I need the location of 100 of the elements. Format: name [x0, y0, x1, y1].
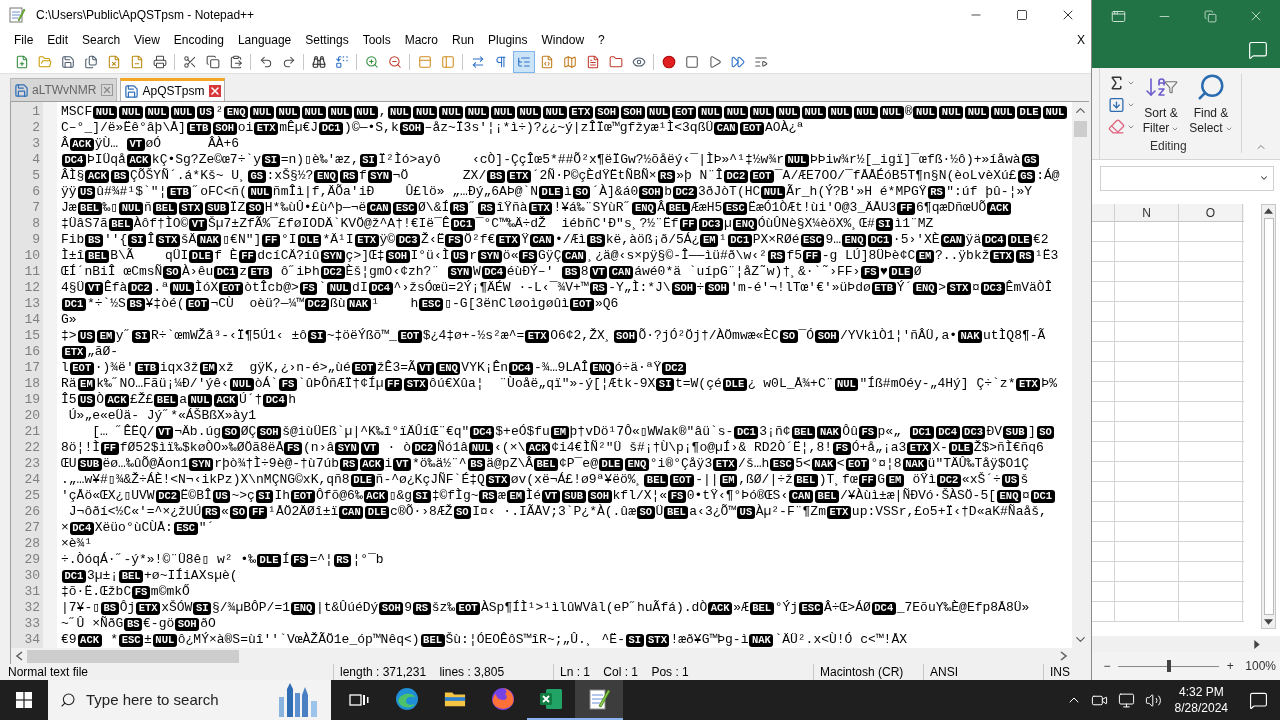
menu-item[interactable]: Language — [230, 30, 299, 50]
menu-item[interactable]: File — [7, 30, 41, 50]
code-text: ô¿MÝ×à®S=ùî''`VœÀŽÃÖ1e_óp™Nêq<) — [177, 632, 420, 648]
menu-item[interactable]: Tools — [355, 30, 398, 50]
scrollbar-thumb[interactable] — [1263, 218, 1274, 615]
scrollbar-thumb[interactable] — [1074, 121, 1087, 137]
zoom-level[interactable]: 100% — [1245, 657, 1276, 675]
menu-item[interactable]: Search — [75, 30, 128, 50]
zoom-slider[interactable] — [1118, 659, 1220, 673]
search-icon — [60, 692, 76, 708]
menu-item[interactable]: Plugins — [481, 30, 535, 50]
control-char: SI — [128, 233, 147, 247]
menu-item[interactable]: Settings — [298, 30, 356, 50]
scroll-up-icon[interactable] — [1264, 208, 1273, 214]
menu-item[interactable]: Run — [445, 30, 482, 50]
code-text: ‡©fÌg~ — [431, 488, 479, 504]
code-text: ÓùÛNè§X¼èöX%¸Œ# — [757, 216, 875, 232]
control-char: RS — [477, 201, 496, 215]
caret-icon[interactable] — [1259, 173, 1269, 183]
code-text: ´2Ñ·P©çÈdŸËtÑBÑ× — [531, 168, 657, 184]
menu-item[interactable]: ? — [591, 30, 612, 50]
close-document-button[interactable]: X — [1077, 31, 1085, 49]
caret-icon[interactable] — [1127, 79, 1135, 87]
scroll-left-icon[interactable] — [15, 651, 23, 661]
code-text: :Á@ — [1036, 168, 1060, 184]
task-view-icon[interactable] — [349, 692, 369, 708]
code-text: ÿ© — [379, 232, 396, 248]
control-char: DLE — [257, 553, 281, 567]
scroll-down-icon[interactable] — [1264, 619, 1273, 625]
spreadsheet-icon[interactable] — [539, 687, 563, 711]
fill-down-icon[interactable] — [1108, 96, 1125, 114]
browser-swirl-icon[interactable] — [395, 687, 419, 711]
code-text: dcíCÄ?íû — [257, 248, 320, 264]
ribbon-button[interactable]: Sort & Filter — [1137, 68, 1185, 136]
control-char: NUL — [145, 105, 169, 119]
comment-icon[interactable] — [1248, 40, 1268, 60]
volume-icon[interactable] — [1144, 691, 1162, 709]
caret-icon[interactable] — [1127, 101, 1135, 109]
menu-item[interactable]: Macro — [397, 30, 445, 50]
eraser-icon[interactable] — [1108, 118, 1125, 135]
menu-item[interactable]: View — [127, 30, 167, 50]
search-box[interactable]: Type here to search — [48, 680, 331, 720]
maximize-icon[interactable] — [1016, 9, 1028, 21]
windows-logo-icon[interactable] — [16, 692, 32, 708]
control-char: FF — [384, 377, 403, 391]
line-number: 4 — [31, 152, 41, 168]
clock[interactable]: 4:32 PM 8/28/2024 — [1166, 684, 1236, 716]
column-header[interactable]: O — [1205, 203, 1216, 222]
control-char: CAN — [714, 121, 739, 135]
menu-item[interactable]: Edit — [40, 30, 76, 50]
control-char: DC2 — [305, 297, 329, 311]
control-char: NUL — [327, 105, 352, 119]
fox-globe-icon[interactable] — [491, 687, 515, 711]
ribbon-button[interactable]: Find & Select — [1187, 68, 1235, 136]
code-text: Ñó1â — [436, 440, 469, 456]
zoom-in-button[interactable]: + — [1225, 657, 1236, 675]
list-tree-icon[interactable] — [512, 50, 535, 73]
control-char: SUB — [77, 457, 102, 471]
control-char: NUL — [276, 105, 300, 119]
control-char: DC4 — [62, 153, 86, 167]
vertical-scrollbar[interactable] — [1261, 204, 1276, 629]
control-char: SOH — [594, 105, 619, 119]
tab[interactable]: ApQSTpsm — [120, 78, 226, 101]
scroll-right-icon[interactable] — [1254, 639, 1260, 649]
code-text: k‰˝NO…Fãü¡¼Ð/'ýê‹ — [96, 376, 229, 392]
control-char: ETX — [990, 249, 1015, 263]
control-char: SOH — [212, 121, 237, 135]
control-char: EOT — [219, 281, 244, 295]
search-field[interactable]: Type here to search — [86, 688, 273, 712]
slider-thumb[interactable] — [1166, 660, 1171, 672]
menu-item[interactable]: Encoding — [166, 30, 231, 50]
control-char: ENQ — [624, 457, 649, 471]
scroll-right-icon[interactable] — [1060, 651, 1068, 661]
taskbar-button[interactable] — [575, 680, 623, 720]
zoom-out-button[interactable]: − — [1102, 657, 1112, 675]
notification-icon[interactable] — [1248, 690, 1268, 710]
scrollbar-thumb[interactable] — [27, 649, 239, 663]
menu-item[interactable]: Window — [534, 30, 592, 50]
column-header[interactable]: N — [1142, 203, 1151, 222]
formula-bar-field[interactable] — [1100, 165, 1274, 191]
line-number: 20 — [23, 408, 41, 424]
control-char: FS — [132, 585, 150, 599]
network-icon[interactable] — [1117, 691, 1135, 709]
notepad-icon[interactable] — [587, 687, 611, 711]
code-text: ~˝Û ×ÑðG — [61, 616, 124, 632]
text-editor[interactable] — [57, 102, 1072, 648]
code-text: Ãr_h(Ý?B'»H é*MPGŸ — [786, 184, 927, 200]
control-char: SI — [625, 633, 644, 647]
control-char: NUL — [1043, 105, 1067, 119]
code-text: b — [664, 184, 672, 200]
control-char: FF — [238, 249, 257, 263]
tab[interactable]: aLTWvNMR — [10, 78, 118, 101]
notepad-icon — [8, 6, 26, 24]
ribbon-display-icon[interactable] — [1110, 8, 1126, 24]
code-text: ♥ — [880, 264, 888, 280]
code-text: utÌQ8¶-Ã — [982, 328, 1046, 344]
line-number: 23 — [23, 456, 41, 472]
restore-icon[interactable] — [1203, 9, 1217, 23]
code-text: ÷.ÒóqÁ·˝-ý*»!©¨Ü8ê▯ w² •‰ — [61, 552, 257, 568]
code-text: Èš¦gmO‹¢zh?¨ — [345, 264, 441, 280]
